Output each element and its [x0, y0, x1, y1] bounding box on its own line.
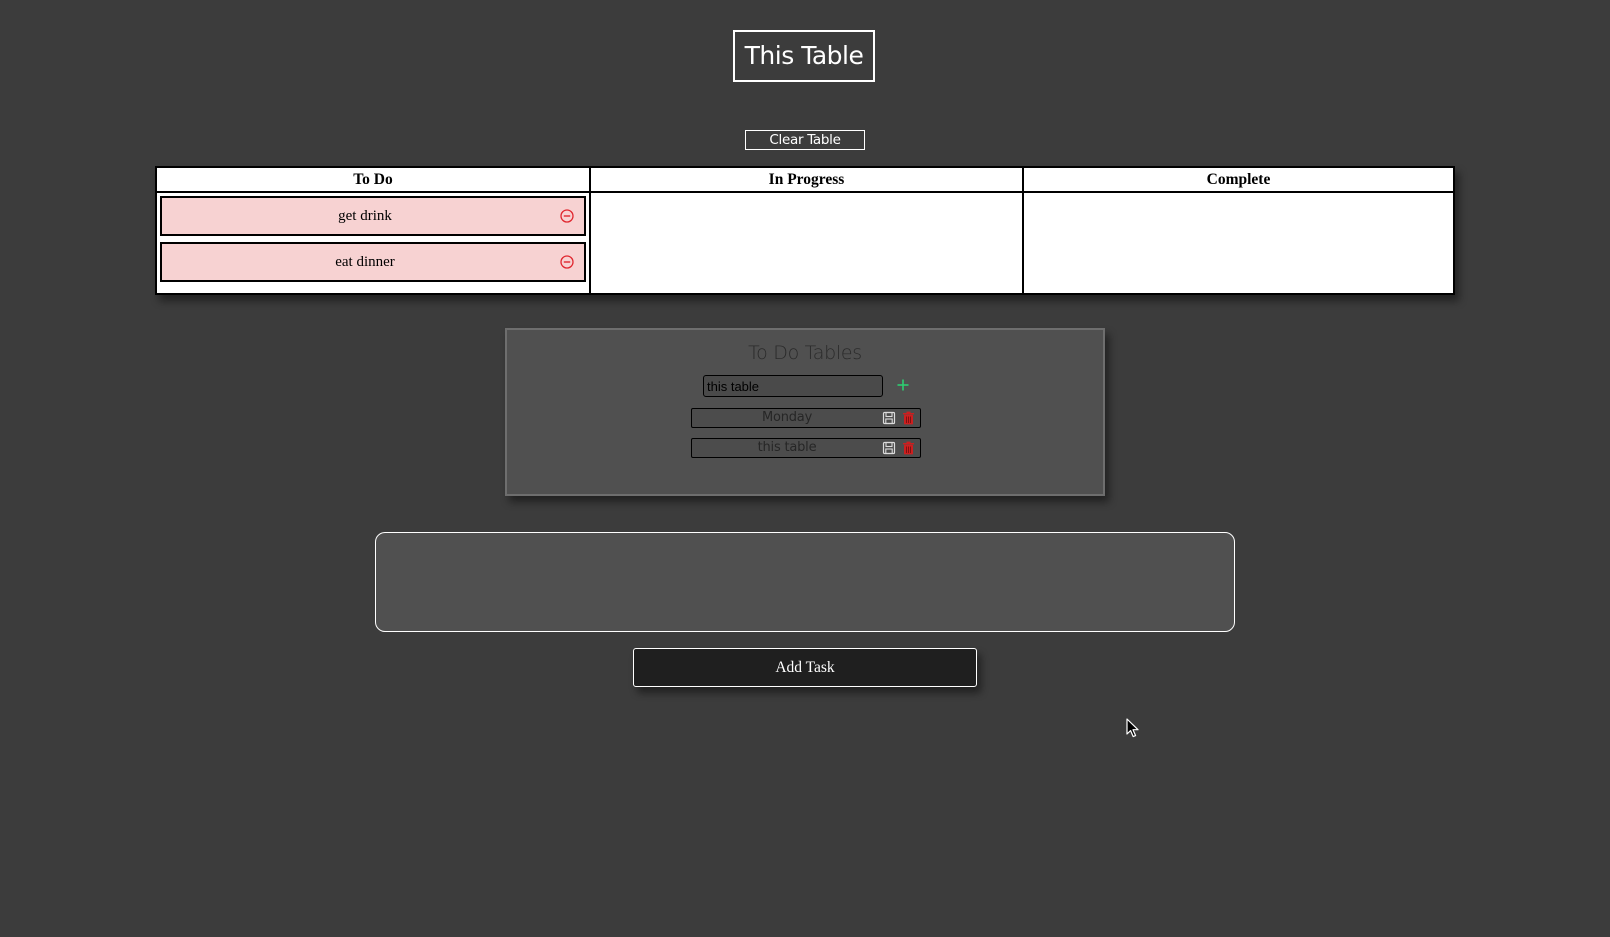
save-icon[interactable]: [882, 411, 896, 425]
task-card[interactable]: eat dinner: [160, 242, 586, 282]
saved-table-name[interactable]: Monday: [692, 409, 882, 426]
saved-table-row: Monday: [691, 408, 921, 428]
task-text: get drink: [338, 208, 392, 224]
column-heading: Complete: [1024, 168, 1453, 193]
clear-table-button[interactable]: Clear Table: [745, 130, 865, 150]
tables-panel: To Do Tables Monday this table: [505, 328, 1105, 496]
trash-icon[interactable]: [902, 441, 915, 455]
column-heading: To Do: [157, 168, 589, 193]
add-table-icon[interactable]: [895, 377, 911, 393]
new-task-input[interactable]: [375, 532, 1235, 632]
remove-task-icon[interactable]: [560, 255, 574, 269]
remove-task-icon[interactable]: [560, 209, 574, 223]
column-to-do: To Do get drink eat dinner: [157, 168, 589, 293]
task-card[interactable]: get drink: [160, 196, 586, 236]
saved-table-row: this table: [691, 438, 921, 458]
add-task-button[interactable]: Add Task: [633, 648, 977, 687]
page-title: This Table: [733, 30, 875, 82]
mouse-cursor-icon: [1126, 718, 1139, 738]
column-complete[interactable]: Complete: [1022, 168, 1453, 293]
trash-icon[interactable]: [902, 411, 915, 425]
table-name-input[interactable]: [703, 375, 883, 397]
save-icon[interactable]: [882, 441, 896, 455]
task-text: eat dinner: [335, 254, 395, 270]
column-heading: In Progress: [591, 168, 1022, 193]
column-in-progress[interactable]: In Progress: [589, 168, 1022, 293]
saved-table-name[interactable]: this table: [692, 439, 882, 456]
task-board: To Do get drink eat dinner In Progress C…: [155, 166, 1455, 295]
panel-title: To Do Tables: [748, 342, 862, 364]
